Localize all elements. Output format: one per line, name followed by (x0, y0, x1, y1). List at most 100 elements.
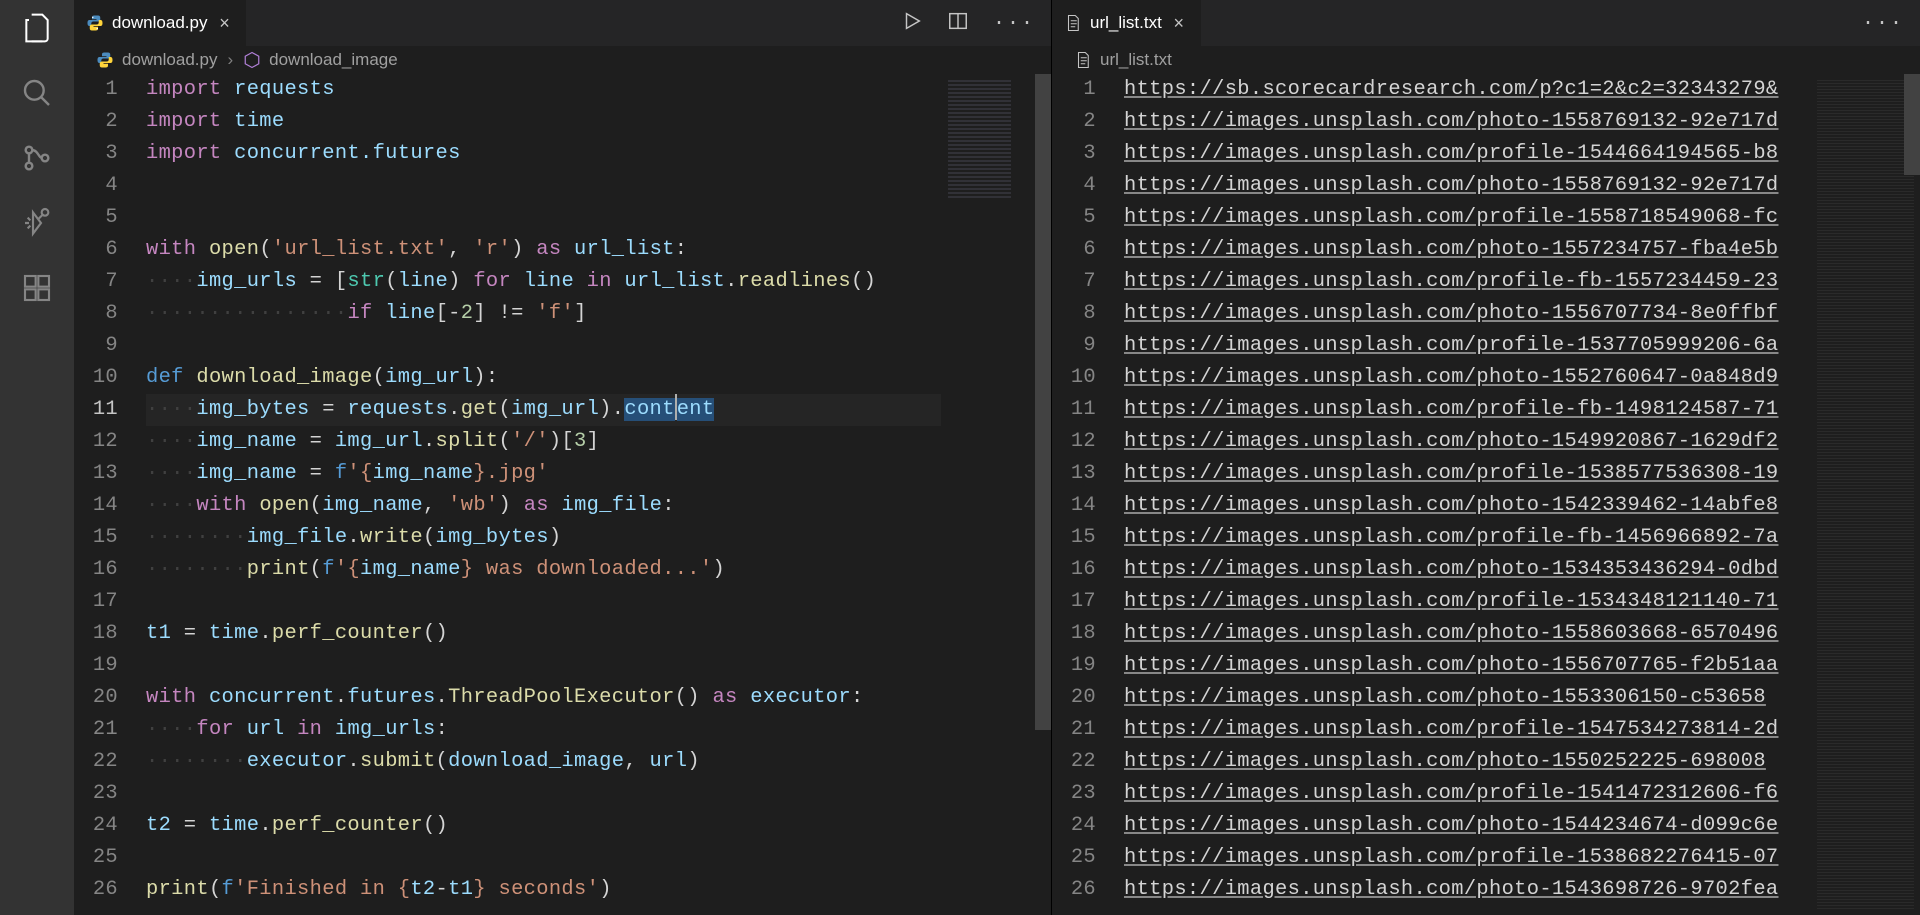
code-line[interactable]: https://images.unsplash.com/photo-155723… (1124, 234, 1920, 266)
code-line[interactable]: https://images.unsplash.com/profile-1534… (1124, 586, 1920, 618)
url-text[interactable]: https://images.unsplash.com/photo-153435… (1124, 558, 1779, 581)
code-content-left[interactable]: import requestsimport timeimport concurr… (146, 74, 1051, 915)
code-line[interactable]: https://images.unsplash.com/profile-fb-1… (1124, 522, 1920, 554)
source-control-icon[interactable] (21, 142, 53, 179)
files-icon[interactable] (21, 12, 53, 49)
code-line[interactable]: t2 = time.perf_counter() (146, 810, 1051, 842)
code-line[interactable]: https://images.unsplash.com/profile-1538… (1124, 842, 1920, 874)
code-line[interactable]: import requests (146, 74, 1051, 106)
code-line[interactable]: ····img_name = img_url.split('/')[3] (146, 426, 1051, 458)
url-text[interactable]: https://images.unsplash.com/photo-154233… (1124, 494, 1779, 517)
code-line[interactable]: ····with open(img_name, 'wb') as img_fil… (146, 490, 1051, 522)
code-line[interactable] (146, 650, 1051, 682)
code-line[interactable]: https://images.unsplash.com/profile-1544… (1124, 138, 1920, 170)
scrollbar-left[interactable] (1035, 74, 1051, 915)
more-icon[interactable]: ··· (993, 12, 1035, 35)
url-text[interactable]: https://images.unsplash.com/photo-155025… (1124, 750, 1766, 773)
code-line[interactable]: ····for url in img_urls: (146, 714, 1051, 746)
url-text[interactable]: https://images.unsplash.com/profile-1544… (1124, 142, 1779, 165)
code-line[interactable]: https://images.unsplash.com/profile-fb-1… (1124, 266, 1920, 298)
code-line[interactable]: ········print(f'{img_name} was downloade… (146, 554, 1051, 586)
url-text[interactable]: https://images.unsplash.com/profile-1537… (1124, 334, 1779, 357)
url-text[interactable]: https://images.unsplash.com/profile-1538… (1124, 462, 1779, 485)
url-text[interactable]: https://images.unsplash.com/profile-fb-1… (1124, 398, 1779, 421)
code-line[interactable]: ················if line[-2] != 'f'] (146, 298, 1051, 330)
code-line[interactable]: ····img_name = f'{img_name}.jpg' (146, 458, 1051, 490)
code-line[interactable]: https://images.unsplash.com/photo-155670… (1124, 298, 1920, 330)
run-icon[interactable] (901, 10, 923, 37)
code-content-right[interactable]: https://sb.scorecardresearch.com/p?c1=2&… (1124, 74, 1920, 915)
code-line[interactable]: https://images.unsplash.com/photo-155330… (1124, 682, 1920, 714)
url-text[interactable]: https://images.unsplash.com/profile-1547… (1124, 718, 1779, 741)
code-line[interactable]: ········executor.submit(download_image, … (146, 746, 1051, 778)
search-icon[interactable] (21, 77, 53, 114)
url-text[interactable]: https://images.unsplash.com/photo-155876… (1124, 110, 1779, 133)
code-line[interactable] (146, 202, 1051, 234)
code-area-right[interactable]: 1234567891011121314151617181920212223242… (1052, 74, 1920, 915)
code-line[interactable]: print(f'Finished in {t2-t1} seconds') (146, 874, 1051, 906)
code-line[interactable]: ········img_file.write(img_bytes) (146, 522, 1051, 554)
code-line[interactable]: ····img_urls = [str(line) for line in ur… (146, 266, 1051, 298)
code-line[interactable] (146, 842, 1051, 874)
code-line[interactable]: https://images.unsplash.com/photo-154233… (1124, 490, 1920, 522)
url-text[interactable]: https://images.unsplash.com/photo-154423… (1124, 814, 1779, 837)
url-text[interactable]: https://images.unsplash.com/photo-154992… (1124, 430, 1779, 453)
url-text[interactable]: https://images.unsplash.com/photo-155330… (1124, 686, 1766, 709)
code-line[interactable]: https://images.unsplash.com/profile-1537… (1124, 330, 1920, 362)
url-text[interactable]: https://images.unsplash.com/profile-1541… (1124, 782, 1779, 805)
code-line[interactable]: https://images.unsplash.com/profile-fb-1… (1124, 394, 1920, 426)
debug-icon[interactable] (21, 207, 53, 244)
url-text[interactable]: https://images.unsplash.com/photo-154369… (1124, 878, 1779, 901)
code-line[interactable]: https://images.unsplash.com/photo-155670… (1124, 650, 1920, 682)
code-line[interactable] (146, 330, 1051, 362)
code-line[interactable] (146, 586, 1051, 618)
code-line[interactable]: https://images.unsplash.com/photo-155025… (1124, 746, 1920, 778)
more-icon[interactable]: ··· (1862, 12, 1904, 35)
code-line[interactable] (146, 170, 1051, 202)
symbol-function-icon (243, 51, 261, 69)
url-text[interactable]: https://sb.scorecardresearch.com/p?c1=2&… (1124, 78, 1779, 101)
code-line[interactable]: https://images.unsplash.com/photo-155860… (1124, 618, 1920, 650)
code-line[interactable]: def download_image(img_url): (146, 362, 1051, 394)
code-line[interactable] (146, 778, 1051, 810)
tab-url-list-txt[interactable]: url_list.txt × (1052, 0, 1201, 46)
code-area-left[interactable]: 1234567891011121314151617181920212223242… (74, 74, 1051, 915)
code-line[interactable]: ····img_bytes = requests.get(img_url).co… (146, 394, 1051, 426)
code-line[interactable]: https://images.unsplash.com/profile-1541… (1124, 778, 1920, 810)
code-line[interactable]: import time (146, 106, 1051, 138)
url-text[interactable]: https://images.unsplash.com/photo-155860… (1124, 622, 1779, 645)
scrollbar-right[interactable] (1904, 74, 1920, 915)
code-line[interactable]: https://images.unsplash.com/photo-154369… (1124, 874, 1920, 906)
url-text[interactable]: https://images.unsplash.com/photo-155723… (1124, 238, 1779, 261)
url-text[interactable]: https://images.unsplash.com/photo-155876… (1124, 174, 1779, 197)
code-line[interactable]: https://images.unsplash.com/photo-155876… (1124, 170, 1920, 202)
url-text[interactable]: https://images.unsplash.com/profile-fb-1… (1124, 270, 1779, 293)
url-text[interactable]: https://images.unsplash.com/photo-155670… (1124, 654, 1779, 677)
code-line[interactable]: import concurrent.futures (146, 138, 1051, 170)
breadcrumb-left[interactable]: download.py › download_image (74, 46, 1051, 74)
code-line[interactable]: with open('url_list.txt', 'r') as url_li… (146, 234, 1051, 266)
tab-download-py[interactable]: download.py × (74, 0, 246, 46)
breadcrumb-right[interactable]: url_list.txt (1052, 46, 1920, 74)
url-text[interactable]: https://images.unsplash.com/profile-1534… (1124, 590, 1779, 613)
code-line[interactable]: https://images.unsplash.com/photo-155876… (1124, 106, 1920, 138)
code-line[interactable]: with concurrent.futures.ThreadPoolExecut… (146, 682, 1051, 714)
url-text[interactable]: https://images.unsplash.com/profile-fb-1… (1124, 526, 1779, 549)
code-line[interactable]: https://sb.scorecardresearch.com/p?c1=2&… (1124, 74, 1920, 106)
code-line[interactable]: https://images.unsplash.com/profile-1558… (1124, 202, 1920, 234)
url-text[interactable]: https://images.unsplash.com/photo-155670… (1124, 302, 1779, 325)
url-text[interactable]: https://images.unsplash.com/profile-1558… (1124, 206, 1779, 229)
code-line[interactable]: t1 = time.perf_counter() (146, 618, 1051, 650)
code-line[interactable]: https://images.unsplash.com/profile-1538… (1124, 458, 1920, 490)
code-line[interactable]: https://images.unsplash.com/profile-1547… (1124, 714, 1920, 746)
close-icon[interactable]: × (215, 13, 233, 34)
url-text[interactable]: https://images.unsplash.com/photo-155276… (1124, 366, 1779, 389)
url-text[interactable]: https://images.unsplash.com/profile-1538… (1124, 846, 1779, 869)
code-line[interactable]: https://images.unsplash.com/photo-154992… (1124, 426, 1920, 458)
split-editor-icon[interactable] (947, 10, 969, 37)
code-line[interactable]: https://images.unsplash.com/photo-153435… (1124, 554, 1920, 586)
close-icon[interactable]: × (1170, 13, 1188, 34)
extensions-icon[interactable] (21, 272, 53, 309)
code-line[interactable]: https://images.unsplash.com/photo-154423… (1124, 810, 1920, 842)
code-line[interactable]: https://images.unsplash.com/photo-155276… (1124, 362, 1920, 394)
